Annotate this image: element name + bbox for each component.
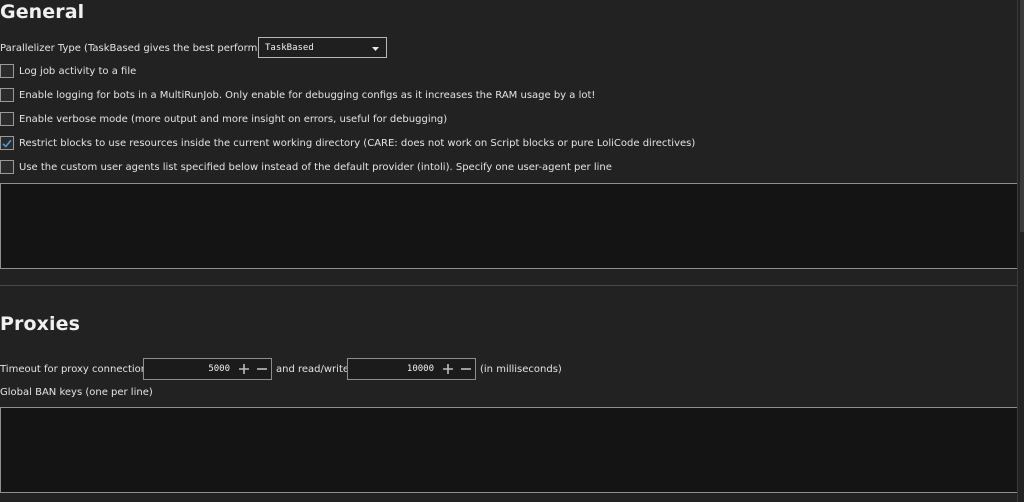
log-job-label: Log job activity to a file — [19, 65, 137, 77]
milliseconds-unit-label: (in milliseconds) — [480, 363, 562, 375]
proxy-timeout-value[interactable]: 5000 — [144, 364, 235, 374]
parallelizer-select[interactable]: TaskBased — [258, 37, 387, 58]
proxies-section-title: Proxies — [0, 313, 81, 335]
restrict-blocks-label: Restrict blocks to use resources inside … — [19, 137, 696, 149]
parallelizer-row: Parallelizer Type (TaskBased gives the b… — [0, 40, 285, 56]
multirun-logging-checkbox[interactable] — [0, 88, 14, 102]
readwrite-timeout-stepper[interactable]: 10000 — [347, 358, 476, 380]
proxy-timeout-stepper[interactable]: 5000 — [143, 358, 272, 380]
option-row-log-job[interactable]: Log job activity to a file — [0, 63, 136, 79]
restrict-blocks-checkbox[interactable] — [0, 136, 14, 150]
log-job-checkbox[interactable] — [0, 64, 14, 78]
option-row-restrict-blocks[interactable]: Restrict blocks to use resources inside … — [0, 135, 695, 151]
timeout-label-row: Timeout for proxy connections — [0, 361, 152, 377]
proxy-timeout-label: Timeout for proxy connections — [0, 363, 153, 375]
option-row-verbose[interactable]: Enable verbose mode (more output and mor… — [0, 111, 447, 127]
readwrite-label: and read/write — [276, 363, 350, 375]
multirun-logging-label: Enable logging for bots in a MultiRunJob… — [19, 89, 596, 101]
parallelizer-selected-value: TaskBased — [265, 42, 314, 53]
ban-keys-label-row: Global BAN keys (one per line) — [0, 384, 153, 400]
option-row-custom-user-agents[interactable]: Use the custom user agents list specifie… — [0, 159, 612, 175]
chevron-down-icon — [372, 45, 379, 55]
minus-icon[interactable] — [457, 360, 475, 378]
parallelizer-label: Parallelizer Type (TaskBased gives the b… — [0, 42, 286, 54]
option-row-multirun-logging[interactable]: Enable logging for bots in a MultiRunJob… — [0, 87, 595, 103]
ban-keys-label: Global BAN keys (one per line) — [0, 386, 153, 398]
readwrite-timeout-value[interactable]: 10000 — [348, 364, 439, 374]
check-icon — [2, 139, 12, 148]
readwrite-label-row: and read/write — [276, 361, 349, 377]
minus-icon[interactable] — [253, 360, 271, 378]
scrollbar-track[interactable] — [1017, 0, 1018, 502]
verbose-mode-label: Enable verbose mode (more output and mor… — [19, 113, 448, 125]
ban-keys-textarea[interactable] — [0, 407, 1018, 493]
scrollbar-thumb[interactable] — [1020, 0, 1024, 232]
plus-icon[interactable] — [235, 360, 253, 378]
settings-page: General Parallelizer Type (TaskBased giv… — [0, 0, 1024, 502]
plus-icon[interactable] — [439, 360, 457, 378]
custom-user-agents-checkbox[interactable] — [0, 160, 14, 174]
verbose-mode-checkbox[interactable] — [0, 112, 14, 126]
custom-user-agents-label: Use the custom user agents list specifie… — [19, 161, 612, 173]
general-section-title: General — [0, 1, 85, 23]
section-divider — [0, 285, 1017, 286]
user-agents-textarea[interactable] — [0, 183, 1018, 269]
unit-label-row: (in milliseconds) — [480, 361, 562, 377]
